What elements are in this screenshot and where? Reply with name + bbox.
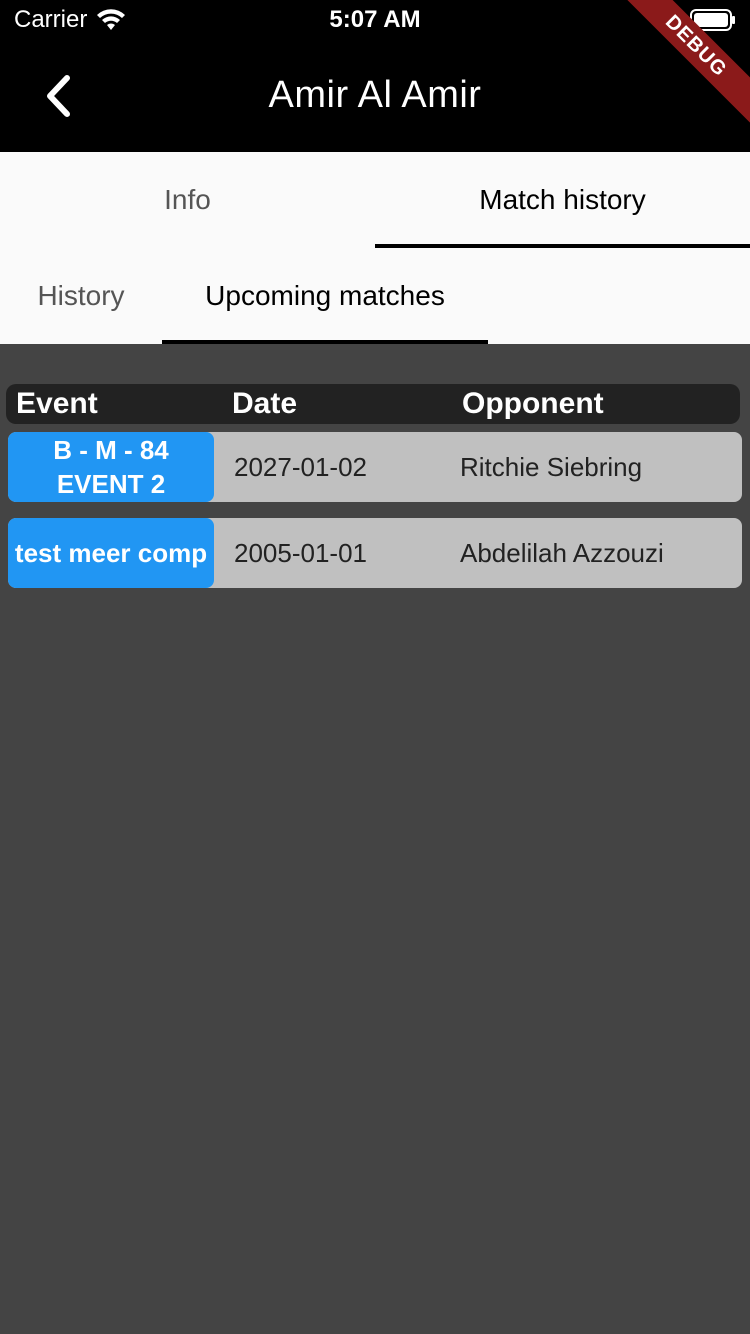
tab-upcoming-matches-label: Upcoming matches xyxy=(205,280,445,311)
matches-content: Event Date Opponent B - M - 84 EVENT 2 2… xyxy=(0,344,750,1334)
match-date: 2005-01-01 xyxy=(234,538,367,568)
main-tab-bar: Info Match history xyxy=(0,152,750,248)
event-badge: B - M - 84 EVENT 2 xyxy=(8,432,214,502)
app-bar: Amir Al Amir xyxy=(0,40,750,152)
tab-history-label: History xyxy=(37,280,125,311)
tab-info-label: Info xyxy=(164,184,211,215)
header-opponent: Opponent xyxy=(462,387,604,420)
status-time: 5:07 AM xyxy=(329,6,421,33)
tab-history[interactable]: History xyxy=(0,248,162,344)
page-title: Amir Al Amir xyxy=(268,74,482,116)
tab-upcoming-matches[interactable]: Upcoming matches xyxy=(162,248,488,344)
table-row[interactable]: B - M - 84 EVENT 2 2027-01-02 Ritchie Si… xyxy=(8,432,742,502)
table-row[interactable]: test meer comp 2005-01-01 Abdelilah Azzo… xyxy=(8,518,742,588)
match-opponent: Ritchie Siebring xyxy=(460,452,643,482)
header-event: Event xyxy=(16,387,98,420)
tab-match-history-label: Match history xyxy=(479,184,646,215)
sub-tab-bar: History Upcoming matches xyxy=(0,248,750,344)
table-header: Event Date Opponent xyxy=(6,384,740,424)
header-date: Date xyxy=(232,387,298,420)
match-opponent: Abdelilah Azzouzi xyxy=(460,538,664,568)
match-date: 2027-01-02 xyxy=(234,452,367,482)
battery-icon xyxy=(690,9,735,31)
status-bar: Carrier 5:07 AM xyxy=(0,0,750,40)
tab-match-history[interactable]: Match history xyxy=(375,152,750,248)
event-badge: test meer comp xyxy=(8,518,214,588)
tab-info[interactable]: Info xyxy=(0,152,375,248)
